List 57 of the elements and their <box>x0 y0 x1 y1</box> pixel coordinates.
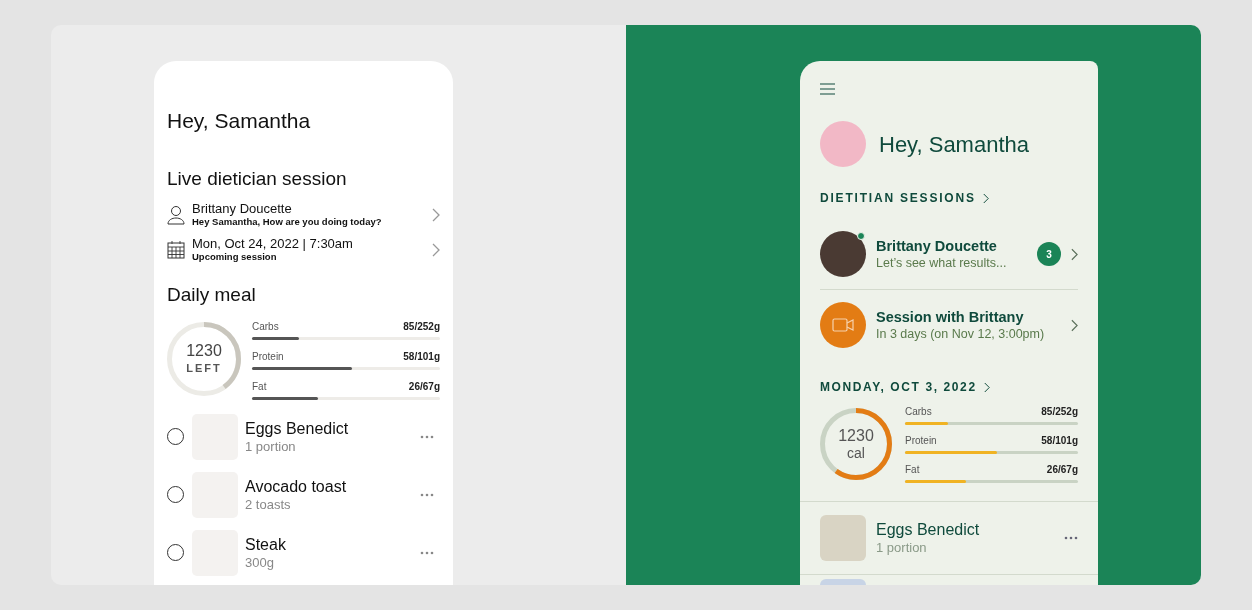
macro-label: Protein <box>905 434 937 448</box>
macro-label: Protein <box>252 349 284 364</box>
meal-name: Steak <box>245 534 287 555</box>
macro-amount: 58/101g <box>403 349 440 364</box>
avatar <box>820 231 866 277</box>
macro-label: Fat <box>252 379 267 394</box>
macro-amount: 85/252g <box>1041 405 1078 419</box>
photo-placeholder <box>820 515 866 561</box>
chevron-right-icon[interactable] <box>432 242 440 257</box>
meal-detail: 1 portion <box>876 540 928 556</box>
session-title: Brittany Doucette <box>876 237 998 255</box>
macro-label: Fat <box>905 463 920 477</box>
meal-name: Avocado toast <box>245 476 348 497</box>
chevron-right-icon[interactable] <box>1071 318 1078 332</box>
macro-amount: 85/252g <box>403 319 440 334</box>
menu-icon[interactable] <box>820 83 835 95</box>
calorie-unit: LEFT <box>186 361 222 377</box>
macro-amount: 26/67g <box>408 379 440 394</box>
meal-detail: 2 toasts <box>245 496 292 513</box>
calendar-icon <box>167 240 185 259</box>
session-subtitle: Let’s see what results... <box>876 255 1008 271</box>
more-icon[interactable] <box>420 434 434 439</box>
greeting: Hey, Samantha <box>879 130 1029 159</box>
meal-detail: 1 portion <box>245 438 297 455</box>
more-icon[interactable] <box>420 492 434 497</box>
session-title: Brittany Doucette <box>192 201 293 216</box>
person-icon <box>167 204 185 225</box>
meal-name: Eggs Benedict <box>245 418 350 439</box>
unread-count-badge: 3 <box>1037 242 1061 266</box>
session-subtitle: In 3 days (on Nov 12, 3:00pm) <box>876 326 1046 342</box>
section-title: Live dietician session <box>167 166 348 191</box>
video-call-button[interactable] <box>820 302 866 348</box>
session-title: Mon, Oct 24, 2022 | 7:30am <box>192 236 354 251</box>
macro-amount: 26/67g <box>1046 463 1078 477</box>
meal-name: Eggs Benedict <box>876 520 981 540</box>
session-subtitle: Hey Samantha, How are you doing today? <box>192 216 383 228</box>
chevron-right-icon[interactable] <box>1071 247 1078 261</box>
macro-amount: 58/101g <box>1041 434 1078 448</box>
calorie-value: 1230 <box>186 341 222 361</box>
section-title: DIETITIAN SESSIONS <box>820 190 976 207</box>
session-title: Session with Brittany <box>876 308 1025 326</box>
macro-label: Carbs <box>905 405 932 419</box>
session-subtitle: Upcoming session <box>192 251 278 263</box>
avatar <box>820 121 866 167</box>
calorie-unit: cal <box>847 445 865 461</box>
chevron-right-icon[interactable] <box>432 207 440 222</box>
section-title: Daily meal <box>167 283 257 307</box>
chevron-right-icon[interactable] <box>983 381 990 393</box>
greeting: Hey, Samantha <box>167 108 312 134</box>
date-title: MONDAY, OCT 3, 2022 <box>820 379 977 396</box>
macro-label: Carbs <box>252 319 279 334</box>
more-icon[interactable] <box>1064 536 1078 540</box>
video-camera-icon <box>832 318 854 332</box>
chevron-right-icon[interactable] <box>982 192 989 204</box>
calorie-value: 1230 <box>838 426 874 445</box>
meal-detail: 300g <box>245 554 275 571</box>
more-icon[interactable] <box>420 550 434 555</box>
